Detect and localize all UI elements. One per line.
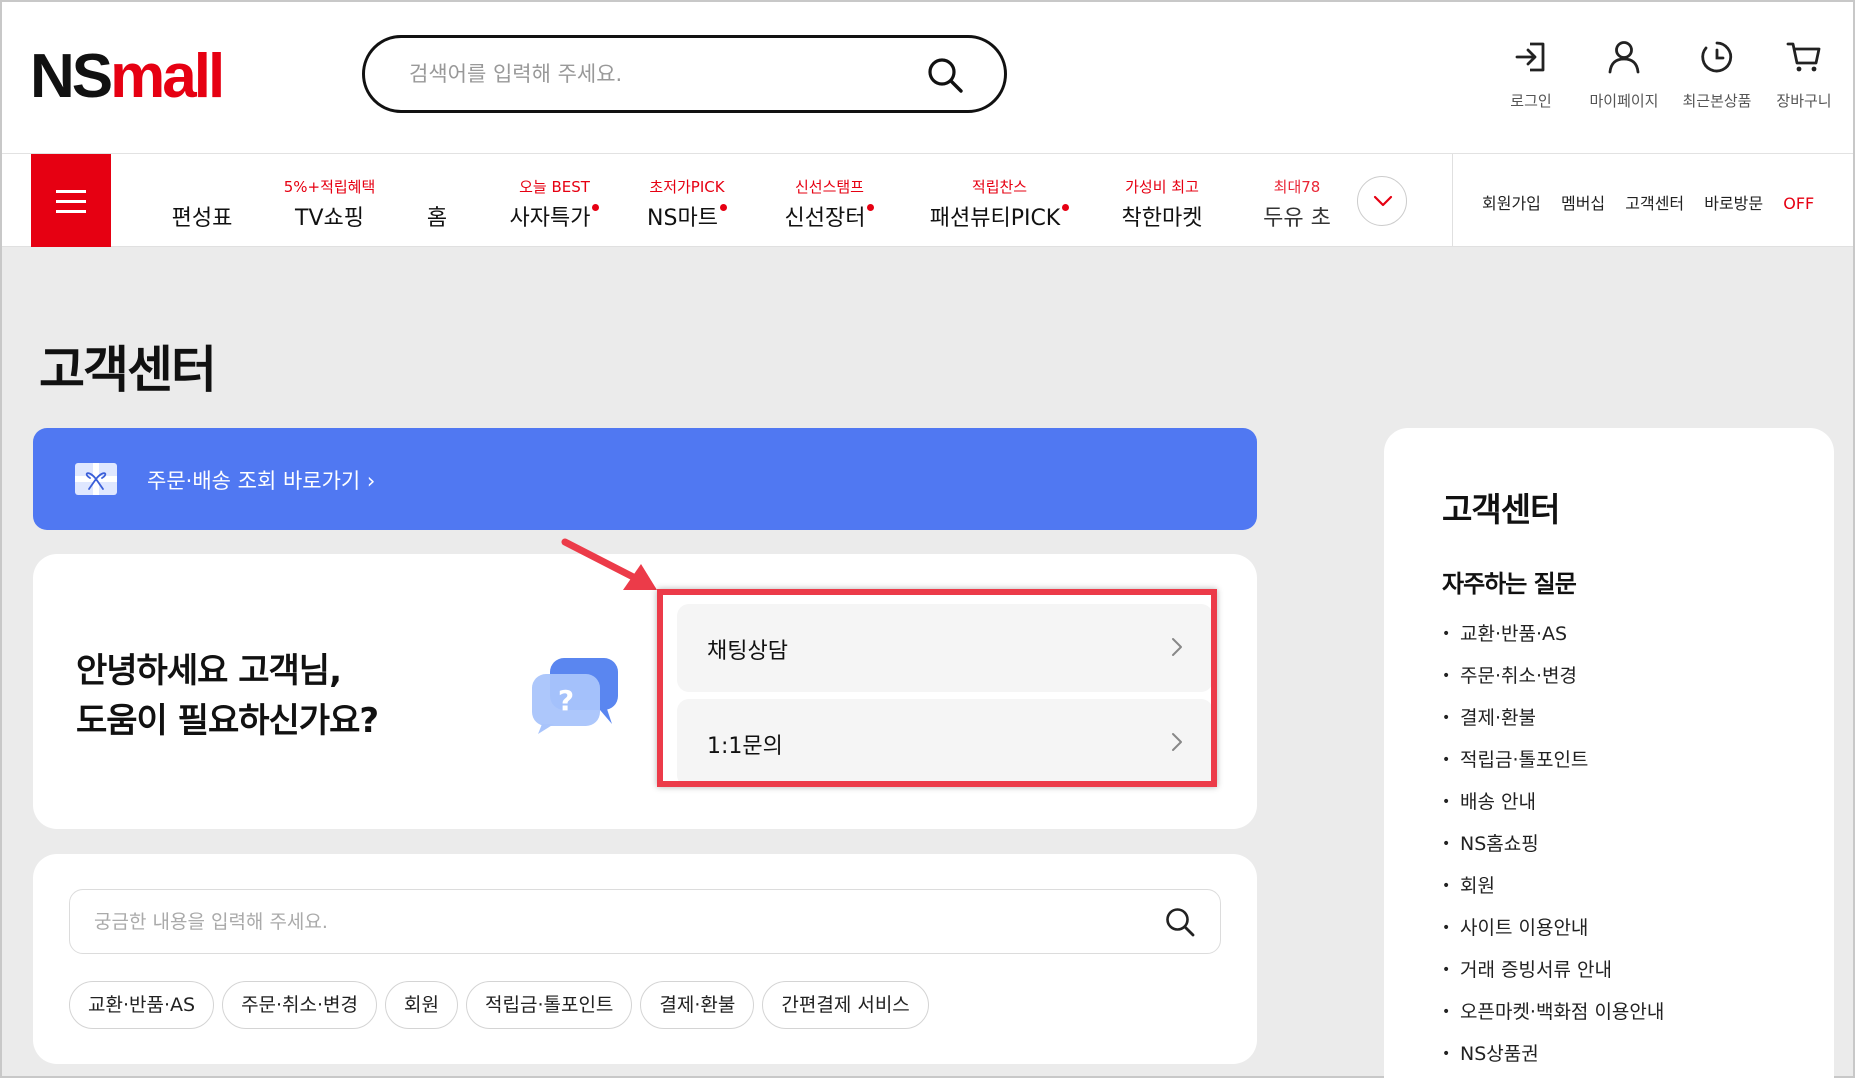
membership-link[interactable]: 멤버십 <box>1561 194 1605 213</box>
cart-button[interactable]: 장바구니 <box>1759 38 1849 111</box>
nav-item-truncated[interactable]: 최대78 두유 초 <box>1257 154 1337 247</box>
nav-item-fashion-beauty[interactable]: 적립찬스 패션뷰티PICK <box>922 154 1077 247</box>
faq-chip[interactable]: 주문·취소·변경 <box>222 981 378 1029</box>
customer-center-sidebar: 고객센터 자주하는 질문 교환·반품·AS 주문·취소·변경 결제·환불 적립금… <box>1384 428 1834 1078</box>
faq-category-chips: 교환·반품·AS 주문·취소·변경 회원 적립금·톨포인트 결제·환불 간편결제… <box>69 981 937 1029</box>
site-header: NSmall 로그인 마이페이지 최근본상품 <box>2 2 1853 154</box>
faq-search-bar <box>69 889 1221 954</box>
sidebar-item[interactable]: 회원 <box>1442 870 1664 912</box>
sidebar-item[interactable]: NS홈쇼핑 <box>1442 828 1664 870</box>
ns-mall-logo[interactable]: NSmall <box>30 42 225 112</box>
user-icon <box>1608 41 1640 74</box>
sidebar-item[interactable]: 오픈마켓·백화점 이용안내 <box>1442 996 1664 1038</box>
order-tracking-banner[interactable]: 주문·배송 조회 바로가기 › <box>33 428 1257 530</box>
faq-chip[interactable]: 회원 <box>385 981 458 1029</box>
new-dot-icon <box>1062 204 1070 211</box>
login-button[interactable]: 로그인 <box>1486 38 1576 111</box>
question-bubble-icon: ? <box>532 658 618 734</box>
faq-chip[interactable]: 결제·환불 <box>640 981 755 1029</box>
chevron-down-icon <box>1373 195 1393 207</box>
svg-text:?: ? <box>558 684 574 717</box>
sidebar-faq-list: 교환·반품·AS 주문·취소·변경 결제·환불 적립금·톨포인트 배송 안내 N… <box>1442 618 1664 1078</box>
clock-icon <box>1701 41 1733 73</box>
mypage-button[interactable]: 마이페이지 <box>1579 38 1669 111</box>
faq-chip[interactable]: 간편결제 서비스 <box>762 981 929 1029</box>
hamburger-icon <box>56 190 86 193</box>
cart-icon <box>1786 42 1821 72</box>
nav-item-saja-deal[interactable]: 오늘 BEST 사자특가 <box>502 154 607 247</box>
page-title: 고객센터 <box>39 341 217 399</box>
main-nav: 편성표 5%+적립혜택 TV쇼핑 홈 오늘 BEST 사자특가 초저가PICK … <box>2 154 1853 247</box>
nav-item-fresh-market[interactable]: 신선스탬프 신선장터 <box>777 154 882 247</box>
gift-box-icon <box>75 463 117 495</box>
new-dot-icon <box>592 204 600 211</box>
customer-center-link[interactable]: 고객센터 <box>1625 194 1684 213</box>
category-menu-button[interactable] <box>31 154 111 247</box>
signup-link[interactable]: 회원가입 <box>1482 194 1541 213</box>
help-card: 안녕하세요 고객님, 도움이 필요하신가요? ? 채팅상담 1:1문의 <box>33 554 1257 829</box>
main-search-input[interactable] <box>409 56 909 92</box>
sidebar-item[interactable]: 주문·취소·변경 <box>1442 660 1664 702</box>
chat-consult-button[interactable]: 채팅상담 <box>677 604 1213 692</box>
nav-quick-links: 회원가입 멤버십 고객센터 바로방문 OFF <box>1482 190 1844 214</box>
faq-search-input[interactable] <box>94 905 1094 939</box>
quick-visit-toggle[interactable]: 바로방문 OFF <box>1704 194 1829 213</box>
nav-item-tv-shopping[interactable]: 5%+적립혜택 TV쇼핑 <box>272 154 387 247</box>
chevron-right-icon <box>1172 638 1182 656</box>
new-dot-icon <box>867 204 875 211</box>
main-search-bar <box>362 35 1007 113</box>
faq-chip[interactable]: 교환·반품·AS <box>69 981 215 1029</box>
chevron-right-icon <box>1172 733 1182 751</box>
sidebar-item[interactable]: NS상품권 <box>1442 1038 1664 1078</box>
help-greeting: 안녕하세요 고객님, 도움이 필요하신가요? <box>76 651 379 741</box>
login-icon <box>1515 42 1545 72</box>
faq-chip[interactable]: 적립금·톨포인트 <box>466 981 633 1029</box>
recent-products-button[interactable]: 최근본상품 <box>1672 38 1762 111</box>
nav-item-schedule[interactable]: 편성표 <box>162 154 242 247</box>
search-icon[interactable] <box>1164 906 1196 938</box>
search-icon[interactable] <box>926 56 964 94</box>
one-to-one-inquiry-button[interactable]: 1:1문의 <box>677 699 1213 787</box>
sidebar-item[interactable]: 배송 안내 <box>1442 786 1664 828</box>
faq-search-card: 교환·반품·AS 주문·취소·변경 회원 적립금·톨포인트 결제·환불 간편결제… <box>33 854 1257 1064</box>
sidebar-item[interactable]: 사이트 이용안내 <box>1442 912 1664 954</box>
chevron-right-icon: › <box>366 469 376 493</box>
nav-item-ns-mart[interactable]: 초저가PICK NS마트 <box>637 154 737 247</box>
sidebar-subtitle: 자주하는 질문 <box>1442 570 1577 598</box>
sidebar-item[interactable]: 교환·반품·AS <box>1442 618 1664 660</box>
sidebar-title: 고객센터 <box>1442 490 1560 529</box>
sidebar-item[interactable]: 결제·환불 <box>1442 702 1664 744</box>
nav-divider <box>1452 154 1453 247</box>
nav-item-good-market[interactable]: 가성비 최고 착한마켓 <box>1112 154 1212 247</box>
sidebar-item[interactable]: 적립금·톨포인트 <box>1442 744 1664 786</box>
sidebar-item[interactable]: 거래 증빙서류 안내 <box>1442 954 1664 996</box>
new-dot-icon <box>719 204 727 211</box>
nav-item-home[interactable]: 홈 <box>417 154 457 247</box>
nav-expand-button[interactable] <box>1357 176 1407 226</box>
